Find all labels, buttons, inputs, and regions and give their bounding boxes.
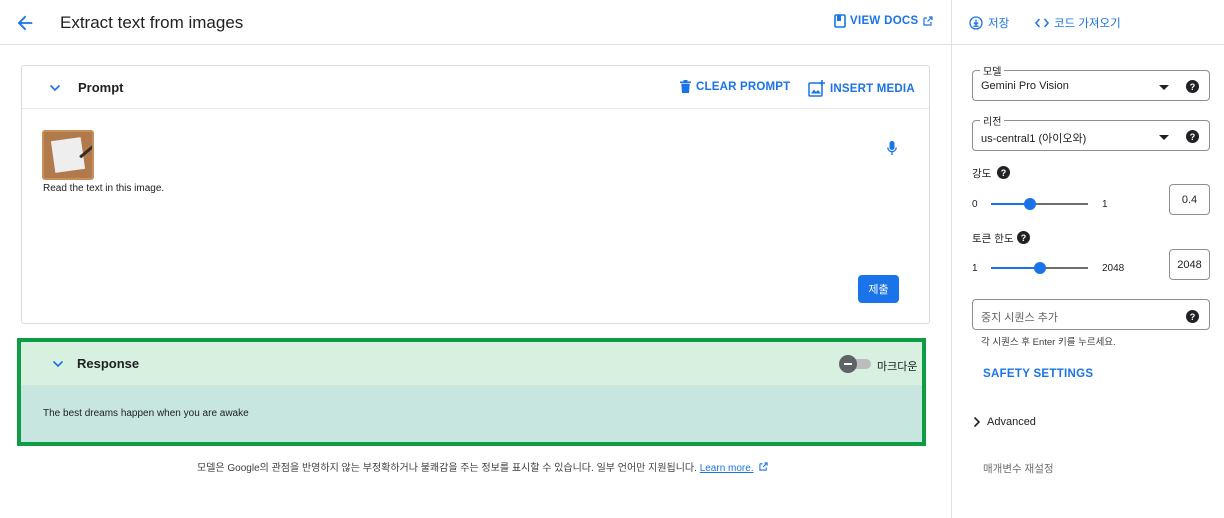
temperature-max: 1 xyxy=(1102,199,1108,210)
response-body: The best dreams happen when you are awak… xyxy=(21,386,922,442)
trash-icon xyxy=(680,80,691,93)
markdown-toggle[interactable] xyxy=(839,355,871,373)
get-code-label: 코드 가져오기 xyxy=(1054,18,1121,30)
page-header: Extract text from images VIEW DOCS xyxy=(0,0,951,45)
temperature-label: 강도 xyxy=(972,168,992,180)
temperature-slider[interactable] xyxy=(991,196,1088,212)
reset-parameters-button[interactable]: 매개변수 재설정 xyxy=(983,461,1054,476)
view-docs-link[interactable]: VIEW DOCS xyxy=(834,14,933,28)
token-limit-label: 토큰 한도 xyxy=(972,233,1014,245)
stop-sequence-hint: 각 시퀀스 후 Enter 키를 누르세요. xyxy=(981,337,1116,348)
region-select[interactable]: 리전 us-central1 (아이오와) ? xyxy=(972,113,1210,151)
stop-sequence-placeholder: 중지 시퀀스 추가 xyxy=(981,312,1058,324)
token-limit-slider[interactable] xyxy=(991,260,1088,276)
dropdown-caret-icon xyxy=(1159,85,1169,90)
model-value: Gemini Pro Vision xyxy=(981,80,1069,92)
right-toolbar: 저장 코드 가져오기 xyxy=(952,0,1224,45)
response-title: Response xyxy=(77,356,140,371)
prompt-header: Prompt CLEAR PROMPT INSERT MEDIA xyxy=(22,66,929,109)
get-code-button[interactable]: 코드 가져오기 xyxy=(1035,15,1121,31)
code-icon xyxy=(1035,18,1049,28)
token-limit-input[interactable]: 2048 xyxy=(1169,249,1210,280)
chevron-down-icon[interactable] xyxy=(51,357,65,371)
save-label: 저장 xyxy=(988,18,1010,30)
response-text: The best dreams happen when you are awak… xyxy=(43,408,249,419)
toggle-knob xyxy=(839,355,857,373)
insert-media-button[interactable]: INSERT MEDIA xyxy=(808,80,915,97)
slider-fill xyxy=(991,267,1040,269)
slider-thumb[interactable] xyxy=(1033,262,1046,274)
view-docs-label: VIEW DOCS xyxy=(850,15,919,27)
panel-divider xyxy=(951,0,952,518)
save-button[interactable]: 저장 xyxy=(969,15,1009,31)
model-select[interactable]: 모델 Gemini Pro Vision ? xyxy=(972,63,1210,101)
external-link-icon xyxy=(922,16,933,26)
prompt-card: Prompt CLEAR PROMPT INSERT MEDIA Read th… xyxy=(21,65,930,324)
help-icon[interactable]: ? xyxy=(1186,130,1199,143)
token-limit-max: 2048 xyxy=(1102,263,1125,274)
learn-more-link[interactable]: Learn more. xyxy=(700,463,754,474)
chevron-down-icon[interactable] xyxy=(48,81,62,95)
uploaded-image-thumbnail[interactable] xyxy=(42,130,94,180)
clear-prompt-button[interactable]: CLEAR PROMPT xyxy=(680,80,790,93)
model-label: 모델 xyxy=(980,63,1005,78)
clear-prompt-label: CLEAR PROMPT xyxy=(696,80,791,93)
token-limit-min: 1 xyxy=(972,263,978,274)
book-icon xyxy=(834,14,846,28)
help-icon[interactable]: ? xyxy=(1186,310,1199,323)
advanced-toggle[interactable]: Advanced xyxy=(973,416,1036,428)
submit-button[interactable]: 제출 xyxy=(858,275,899,303)
temperature-input[interactable]: 0.4 xyxy=(1169,184,1210,215)
insert-media-label: INSERT MEDIA xyxy=(830,82,915,95)
stop-sequence-input[interactable]: 중지 시퀀스 추가 ? xyxy=(972,299,1210,330)
chevron-right-icon xyxy=(973,416,981,428)
region-label: 리전 xyxy=(980,113,1005,128)
help-icon[interactable]: ? xyxy=(1017,231,1030,244)
response-header: Response 마크다운 xyxy=(21,342,922,386)
prompt-text[interactable]: Read the text in this image. xyxy=(43,183,164,194)
prompt-title: Prompt xyxy=(78,80,124,95)
microphone-icon[interactable] xyxy=(886,140,898,156)
back-arrow-icon[interactable] xyxy=(14,12,36,34)
download-circle-icon xyxy=(969,16,983,30)
safety-settings-button[interactable]: SAFETY SETTINGS xyxy=(983,368,1093,380)
external-link-icon xyxy=(759,462,769,471)
dropdown-caret-icon xyxy=(1159,135,1169,140)
advanced-label: Advanced xyxy=(987,416,1036,428)
help-icon[interactable]: ? xyxy=(1186,80,1199,93)
response-panel: Response 마크다운 The best dreams happen whe… xyxy=(17,338,926,446)
help-icon[interactable]: ? xyxy=(997,166,1010,179)
temperature-min: 0 xyxy=(972,199,978,210)
add-image-icon xyxy=(808,80,825,97)
slider-thumb[interactable] xyxy=(1023,198,1036,210)
disclaimer-text: 모델은 Google의 관점을 반영하지 않는 부정확하거나 불쾌감을 주는 정… xyxy=(197,463,700,474)
markdown-label: 마크다운 xyxy=(877,361,918,373)
disclaimer: 모델은 Google의 관점을 반영하지 않는 부정확하거나 불쾌감을 주는 정… xyxy=(197,459,769,474)
page-title: Extract text from images xyxy=(60,13,244,32)
region-value: us-central1 (아이오와) xyxy=(981,133,1087,145)
